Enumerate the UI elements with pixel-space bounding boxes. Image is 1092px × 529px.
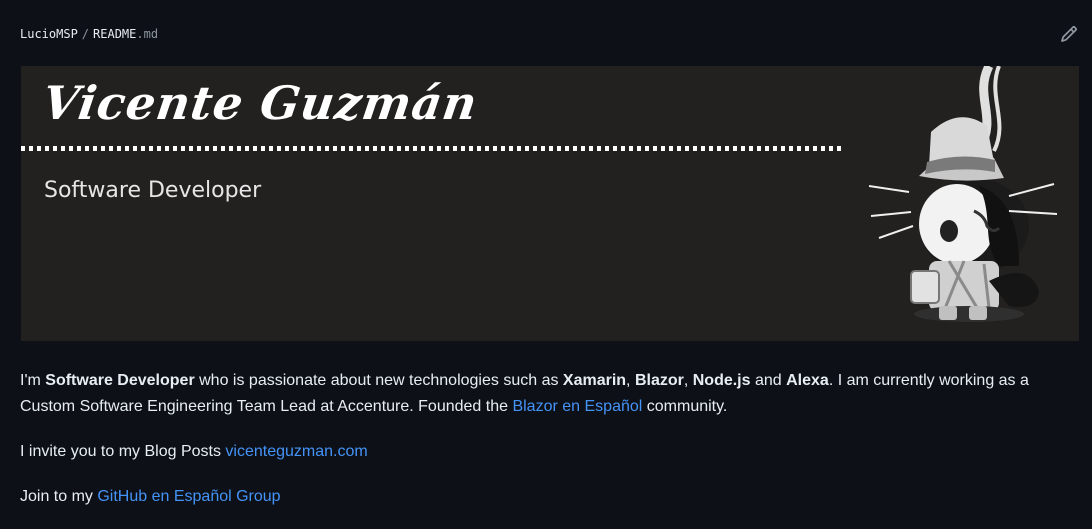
- octocat-detective-image: [869, 66, 1058, 322]
- breadcrumb-owner[interactable]: LucioMSP: [20, 27, 78, 41]
- tech-alexa: Alexa: [786, 372, 829, 389]
- github-group-link[interactable]: GitHub en Español Group: [97, 488, 280, 505]
- tech-blazor: Blazor: [634, 372, 684, 389]
- intro-text: who is passionate about new technologies…: [194, 372, 563, 389]
- profile-banner: Vicente Guzmán Software Developer: [21, 66, 1079, 341]
- breadcrumb: LucioMSP / README.md: [20, 27, 158, 41]
- readme-blog: I invite you to my Blog Posts vicenteguz…: [20, 439, 1072, 465]
- intro-text: and: [750, 372, 787, 389]
- blog-text: I invite you to my Blog Posts: [20, 443, 226, 460]
- edit-file-button[interactable]: [1058, 23, 1080, 45]
- group-text: Join to my: [20, 488, 98, 505]
- file-header: LucioMSP / README.md: [20, 24, 1080, 44]
- intro-text: ,: [626, 372, 635, 389]
- tech-xamarin: Xamarin: [562, 372, 627, 389]
- blazor-community-link[interactable]: Blazor en Español: [512, 398, 642, 415]
- readme-content: I'm Software Developer who is passionate…: [20, 368, 1072, 529]
- pencil-icon: [1061, 26, 1077, 42]
- breadcrumb-separator: /: [81, 27, 90, 41]
- banner-divider: [21, 146, 845, 151]
- role-highlight: Software Developer: [45, 372, 195, 389]
- breadcrumb-filename: README: [93, 27, 137, 41]
- readme-group: Join to my GitHub en Español Group: [20, 484, 1072, 510]
- intro-text: I'm: [20, 372, 46, 389]
- blog-link[interactable]: vicenteguzman.com: [225, 443, 367, 460]
- banner-role: Software Developer: [44, 178, 262, 203]
- tech-nodejs: Node.js: [692, 372, 751, 389]
- readme-intro: I'm Software Developer who is passionate…: [20, 368, 1072, 420]
- intro-text: community.: [642, 398, 728, 415]
- breadcrumb-extension: .md: [136, 27, 159, 41]
- intro-text: ,: [683, 372, 693, 389]
- banner-name: Vicente Guzmán: [39, 76, 482, 130]
